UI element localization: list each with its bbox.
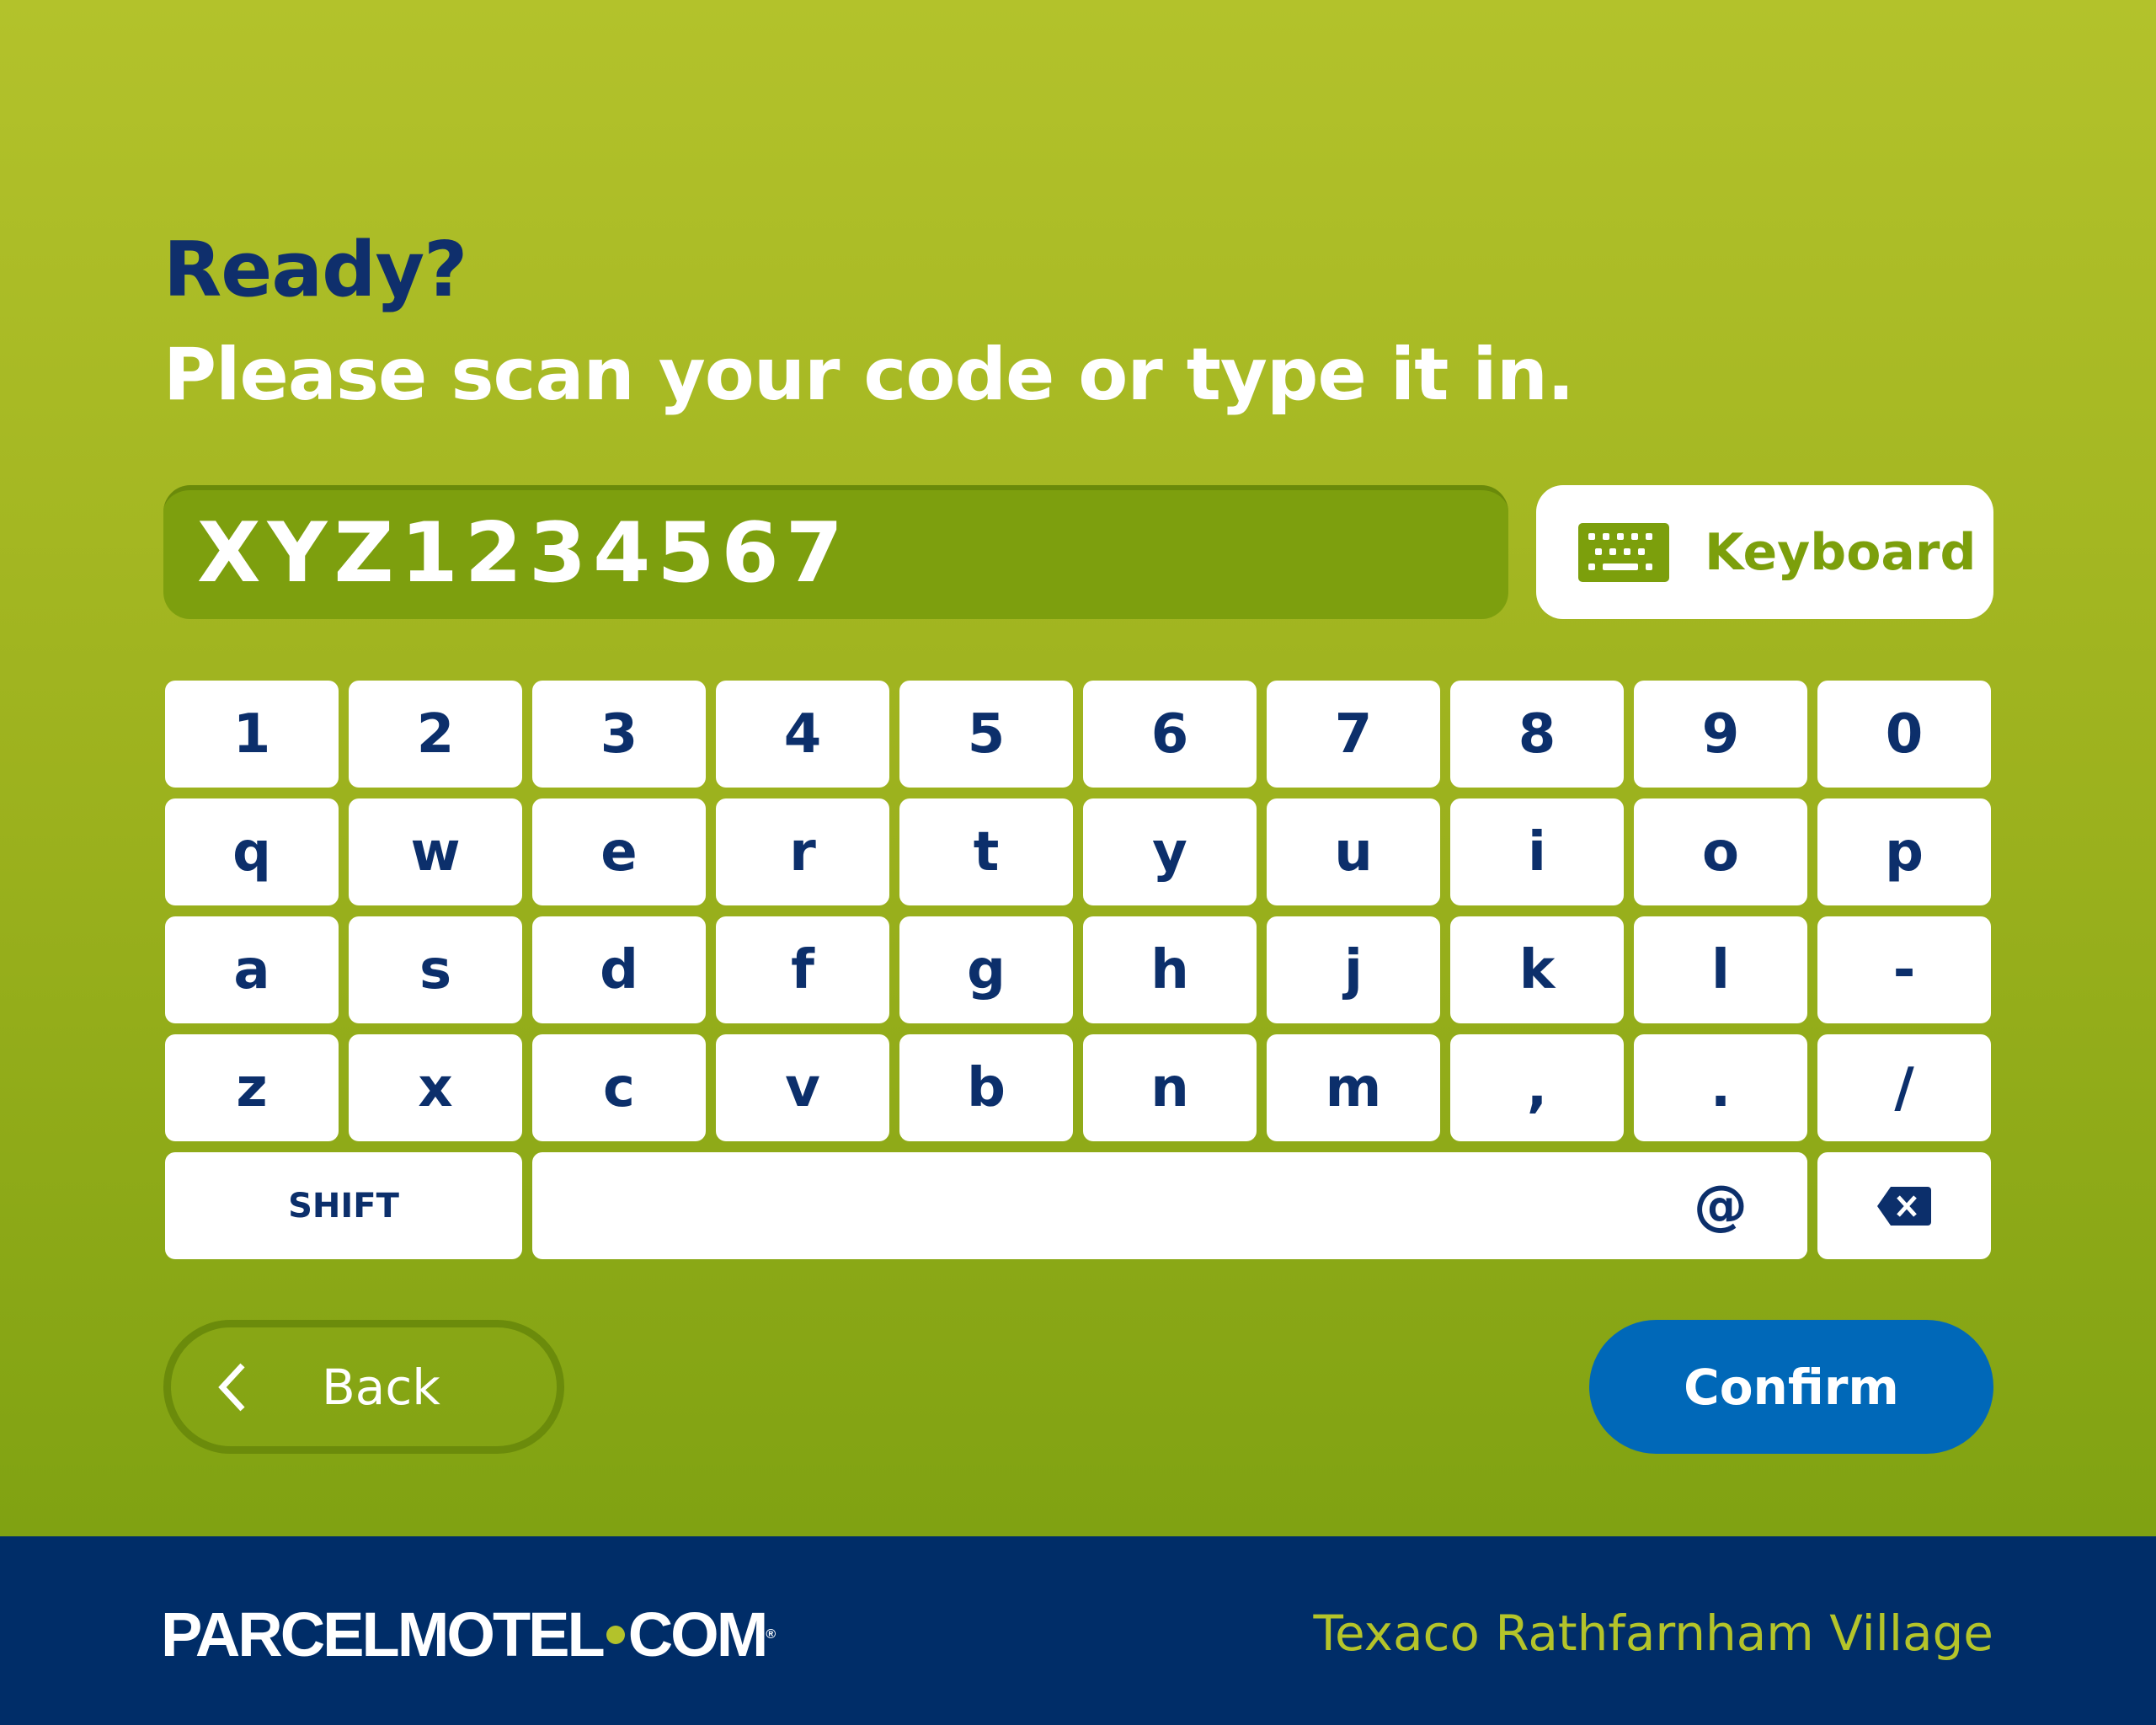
location-name: Texaco Rathfarnham Village: [1313, 1605, 1993, 1662]
keyboard-button-label: Keyboard: [1705, 522, 1977, 582]
key-x[interactable]: x: [349, 1034, 522, 1141]
key-n[interactable]: n: [1083, 1034, 1257, 1141]
key-symbol[interactable]: .: [1634, 1034, 1807, 1141]
key-4[interactable]: 4: [716, 681, 889, 788]
key-a[interactable]: a: [165, 916, 339, 1023]
key-u[interactable]: u: [1267, 798, 1440, 905]
key-w[interactable]: w: [349, 798, 522, 905]
key-g[interactable]: g: [899, 916, 1073, 1023]
page-subtitle: Please scan your code or type it in.: [163, 333, 1575, 417]
key-v[interactable]: v: [716, 1034, 889, 1141]
key-6[interactable]: 6: [1083, 681, 1257, 788]
key-3[interactable]: 3: [532, 681, 706, 788]
key-s[interactable]: s: [349, 916, 522, 1023]
back-button[interactable]: Back: [163, 1320, 564, 1454]
back-label: Back: [322, 1358, 440, 1416]
key-d[interactable]: d: [532, 916, 706, 1023]
shift-key[interactable]: SHIFT: [165, 1152, 522, 1259]
key-i[interactable]: i: [1450, 798, 1624, 905]
key-m[interactable]: m: [1267, 1034, 1440, 1141]
key-1[interactable]: 1: [165, 681, 339, 788]
key-j[interactable]: j: [1267, 916, 1440, 1023]
key-symbol[interactable]: -: [1817, 916, 1991, 1023]
key-b[interactable]: b: [899, 1034, 1073, 1141]
page-title: Ready?: [163, 226, 467, 314]
key-2[interactable]: 2: [349, 681, 522, 788]
key-q[interactable]: q: [165, 798, 339, 905]
key-o[interactable]: o: [1634, 798, 1807, 905]
chevron-left-icon: [218, 1363, 245, 1411]
footer: PARCELMOTEL COM ® Texaco Rathfarnham Villa…: [0, 1536, 2156, 1725]
key-symbol[interactable]: ,: [1450, 1034, 1624, 1141]
key-0[interactable]: 0: [1817, 681, 1991, 788]
code-input[interactable]: XYZ1234567: [163, 485, 1508, 619]
at-key[interactable]: @: [1634, 1152, 1807, 1259]
key-h[interactable]: h: [1083, 916, 1257, 1023]
key-symbol[interactable]: /: [1817, 1034, 1991, 1141]
space-key[interactable]: [532, 1152, 1807, 1259]
parcelmotel-logo: PARCELMOTEL COM ®: [161, 1599, 776, 1669]
key-5[interactable]: 5: [899, 681, 1073, 788]
keyboard-icon: [1578, 522, 1669, 582]
key-y[interactable]: y: [1083, 798, 1257, 905]
key-f[interactable]: f: [716, 916, 889, 1023]
backspace-icon: [1877, 1186, 1931, 1226]
key-p[interactable]: p: [1817, 798, 1991, 905]
key-7[interactable]: 7: [1267, 681, 1440, 788]
key-c[interactable]: c: [532, 1034, 706, 1141]
key-e[interactable]: e: [532, 798, 706, 905]
key-k[interactable]: k: [1450, 916, 1624, 1023]
key-9[interactable]: 9: [1634, 681, 1807, 788]
key-8[interactable]: 8: [1450, 681, 1624, 788]
keyboard-button[interactable]: Keyboard: [1536, 485, 1993, 619]
key-t[interactable]: t: [899, 798, 1073, 905]
confirm-button[interactable]: Confirm: [1589, 1320, 1993, 1454]
backspace-key[interactable]: [1817, 1152, 1991, 1259]
key-r[interactable]: r: [716, 798, 889, 905]
key-z[interactable]: z: [165, 1034, 339, 1141]
key-l[interactable]: l: [1634, 916, 1807, 1023]
